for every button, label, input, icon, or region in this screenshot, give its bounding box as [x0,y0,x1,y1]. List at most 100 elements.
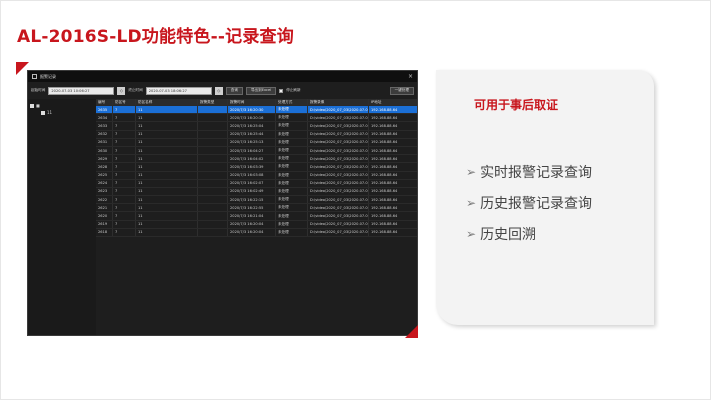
table-cell: 未处理 [276,122,308,130]
table-cell: D:\video\2020_07_03\2020.07.0... [310,155,369,163]
window-icon [32,74,37,79]
column-header[interactable]: 防区名称 [136,99,198,105]
export-excel-button[interactable]: 导出到Excel [245,86,277,95]
table-row[interactable]: 2624 7 11 2020/7/3 16:02:07 未处理 D:\video\2020… [96,179,417,188]
table-cell [198,155,228,163]
column-header[interactable]: 报警录像 [308,99,369,105]
tree-checkbox[interactable] [41,110,45,115]
table-cell: D:\video\2020_07_03\2020.07.0... [310,106,369,114]
query-button[interactable]: 查询 [225,86,243,95]
table-cell: 7 [113,114,136,122]
table-row[interactable]: 2619 7 11 2020/7/3 16:20:04 未处理 D:\video\2020… [96,220,417,229]
table-cell: 11 [136,130,198,138]
window-title: 报警记录 [40,73,56,79]
feature-list: ➢ 实时报警记录查询 ➢ 历史报警记录查询 ➢ 历史回溯 [466,156,592,249]
table-row[interactable]: 2629 7 11 2020/7/3 16:04:02 未处理 D:\video\2020… [96,155,417,164]
table-row[interactable]: 2620 7 11 2020/7/3 16:21:04 未处理 D:\video\2020… [96,212,417,221]
tree-child-node[interactable]: 11 [30,109,94,116]
table-cell: 7 [113,122,136,130]
table-row[interactable]: 2621 7 11 2020/7/3 16:22:55 未处理 D:\video\2020… [96,204,417,213]
table-cell: D:\video\2020_07_03\2020.07.0... [310,187,369,196]
table-cell: 192.168.88.64 [371,214,398,219]
window-titlebar: 报警记录 × [28,71,417,82]
tree-root-node[interactable]: ■ [30,102,94,109]
table-row[interactable]: 2628 7 11 2020/7/3 16:03:39 未处理 D:\video\2020… [96,163,417,172]
table-cell: 7 [113,212,136,220]
table-row[interactable]: 2635 7 11 2020/7/3 16:20:30 未处理 D:\video\2020… [96,106,417,115]
table-cell: 2020/7/3 16:04:27 [228,146,276,155]
table-cell: 2628 [96,163,113,171]
table-row[interactable]: 2622 7 11 2020/7/3 16:22:15 未处理 D:\video\2020… [96,196,417,205]
table-cell: 2020/7/3 16:22:55 [228,204,276,212]
table-cell: 7 [113,228,136,236]
table-cell [198,171,228,179]
table-cell: 2633 [96,122,113,130]
table-cell: 2632 [96,130,113,138]
table-cell: 192.168.88.64 [371,189,398,194]
start-time-label: 起始时间 [31,88,46,92]
table-row[interactable]: 2632 7 11 2020/7/3 16:25:44 未处理 D:\video\2020… [96,130,417,139]
table-cell: 7 [113,220,136,228]
table-cell [198,146,228,155]
arrow-bullet-icon: ➢ [466,226,477,241]
table-cell [198,179,228,187]
table-row[interactable]: 2633 7 11 2020/7/3 16:25:04 未处理 D:\video\2020… [96,122,417,131]
table-cell: 11 [136,163,198,171]
end-time-input[interactable]: 2020-07-03 18:06:27 [145,86,212,95]
table-cell: 2020/7/3 16:04:02 [228,155,276,163]
tree-root-label: ■ [36,103,40,108]
column-header[interactable]: 处理方式 [276,99,308,105]
table-cell: 7 [113,155,136,163]
start-time-input[interactable]: 2020-07-03 10:06:27 [48,86,115,95]
table-cell: 2618 [96,228,113,236]
table-cell: 2625 [96,171,113,179]
table-cell: 11 [136,138,198,146]
table-cell: 2621 [96,204,113,212]
table-cell: 2630 [96,146,113,155]
table-cell: 7 [113,179,136,187]
feature-panel: 可用于事后取证 ➢ 实时报警记录查询 ➢ 历史报警记录查询 ➢ 历史回溯 [436,70,654,325]
table-cell: 7 [113,146,136,155]
device-tree: ■ 11 [28,99,96,335]
table-cell: 2020/7/3 16:20:04 [228,220,276,228]
table-row[interactable]: 2618 7 11 2020/7/3 16:20:04 未处理 D:\video\2020… [96,228,417,237]
stop-refresh-label: 停止刷新 [286,88,301,92]
table-cell: 2634 [96,114,113,122]
table-cell: 7 [113,196,136,204]
tree-child-label: 11 [47,110,53,115]
table-header: 编号 防区号 防区名称 报警类型 报警时间 处理方式 报警录像 IP地址 [96,99,417,106]
column-header[interactable]: 报警时间 [228,99,276,105]
table-cell: 2624 [96,179,113,187]
table-cell: 未处理 [276,114,308,122]
close-icon[interactable]: × [408,73,413,80]
column-header[interactable]: IP地址 [369,99,417,105]
table-cell: 2635 [96,106,113,114]
table-cell: 未处理 [276,196,308,204]
table-cell: 7 [113,187,136,196]
table-cell: 192.168.88.64 [371,181,398,186]
tree-checkbox[interactable] [30,103,34,108]
table-cell: 未处理 [276,130,308,138]
column-header[interactable]: 报警类型 [198,99,228,105]
end-time-spin-icon[interactable]: ◇ [214,86,223,95]
table-row[interactable]: 2630 7 11 2020/7/3 16:04:27 未处理 D:\video\2020… [96,146,417,156]
table-row[interactable]: 2623 7 11 2020/7/3 16:02:49 未处理 D:\video\2020… [96,187,417,197]
table-cell: 2629 [96,155,113,163]
table-cell: 11 [136,179,198,187]
table-row[interactable]: 2631 7 11 2020/7/3 16:25:13 未处理 D:\video\2020… [96,138,417,147]
table-cell [198,220,228,228]
table-cell [198,204,228,212]
table-cell [198,122,228,130]
arrow-bullet-icon: ➢ [466,195,477,210]
arrow-bullet-icon: ➢ [466,164,477,179]
table-cell: 2020/7/3 16:25:04 [228,122,276,130]
column-header[interactable]: 编号 [96,99,113,105]
table-row[interactable]: 2625 7 11 2020/7/3 16:03:08 未处理 D:\video\2020… [96,171,417,180]
start-time-spin-icon[interactable]: ◇ [117,86,126,95]
one-key-handle-button[interactable]: 一键处理 [389,86,414,95]
table-row[interactable]: 2634 7 11 2020/7/3 16:20:16 未处理 D:\video\2020… [96,114,417,123]
column-header[interactable]: 防区号 [113,99,136,105]
stop-refresh-checkbox[interactable] [279,88,284,93]
table-cell: 未处理 [276,146,308,155]
table-cell: 2622 [96,196,113,204]
